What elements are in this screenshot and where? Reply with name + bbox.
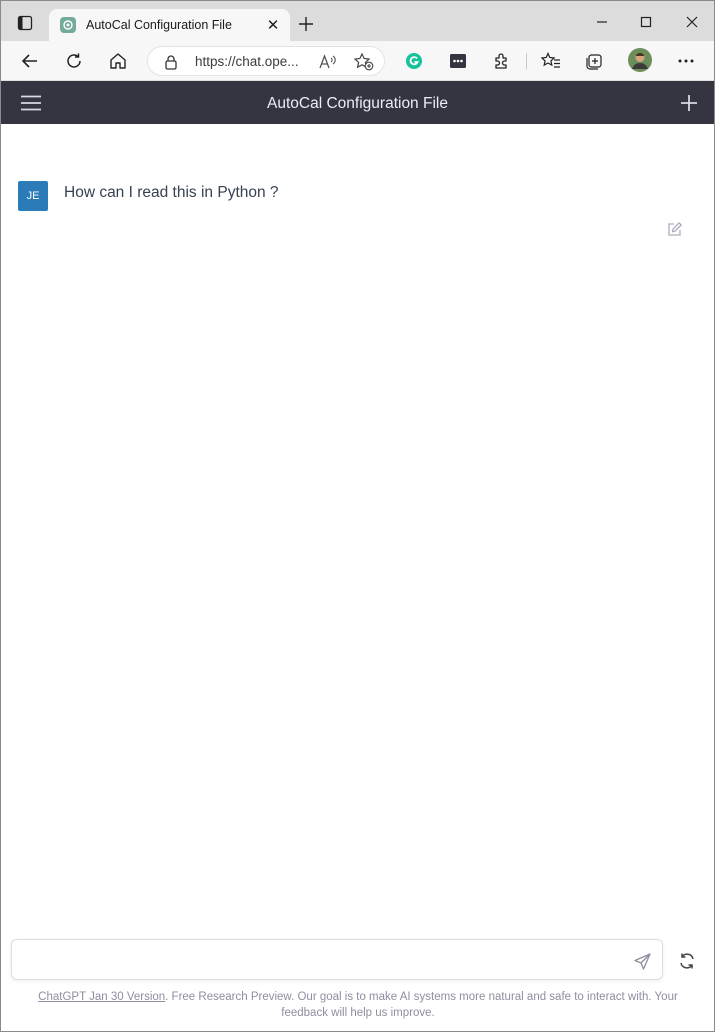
url-text[interactable]: https://chat.ope... [195,54,299,69]
footer-disclaimer: ChatGPT Jan 30 Version. Free Research Pr… [17,989,699,1021]
more-icon[interactable] [673,49,699,73]
close-icon[interactable] [677,11,707,33]
user-message-text: How can I read this in Python ? [64,184,279,201]
conversation-title: AutoCal Configuration File [267,95,448,112]
read-aloud-icon[interactable] [318,52,338,72]
app-header: AutoCal Configuration File [1,81,714,124]
plus-icon[interactable] [295,13,317,35]
tab-strip: AutoCal Configuration File ✕ [1,1,714,41]
openai-favicon-icon [60,17,76,33]
regenerate-icon[interactable] [677,951,697,971]
send-icon[interactable] [633,952,651,970]
footer-text: . Free Research Preview. Our goal is to … [165,991,678,1019]
refresh-icon[interactable] [61,49,87,73]
tab-close-icon[interactable]: ✕ [264,16,282,34]
collections-icon[interactable] [582,49,608,73]
lock-icon[interactable] [164,54,178,75]
tab-actions-icon[interactable] [13,11,37,35]
toolbar-divider [526,53,527,69]
browser-toolbar: https://chat.ope... [1,41,714,81]
profile-avatar[interactable] [627,48,653,72]
favorites-icon[interactable] [538,49,564,73]
edit-icon[interactable] [666,220,684,238]
ellipsis-box-icon[interactable] [445,49,471,73]
new-chat-plus-icon[interactable] [678,92,700,114]
grammarly-icon[interactable] [401,49,427,73]
user-message-row: JE How can I read this in Python ? [1,124,714,244]
browser-window: AutoCal Configuration File ✕ https://cha… [0,0,715,1032]
user-avatar: JE [18,181,48,211]
version-link[interactable]: ChatGPT Jan 30 Version [38,991,165,1003]
home-icon[interactable] [105,49,131,73]
minimize-icon[interactable] [587,11,617,33]
puzzle-icon[interactable] [489,49,515,73]
message-input[interactable] [24,949,614,971]
maximize-icon[interactable] [631,11,661,33]
message-composer [11,939,663,980]
tab-title: AutoCal Configuration File [86,18,232,32]
star-plus-icon[interactable] [354,52,374,72]
browser-tab[interactable]: AutoCal Configuration File ✕ [49,9,290,41]
arrow-left-icon[interactable] [17,49,43,73]
address-bar[interactable]: https://chat.ope... [147,46,385,76]
